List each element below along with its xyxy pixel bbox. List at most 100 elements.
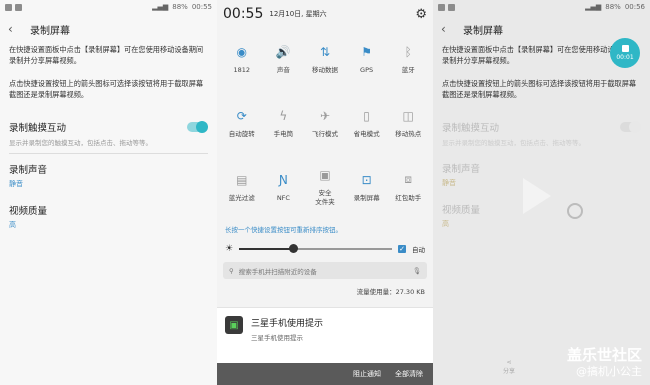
- tile-label: 飞行模式: [311, 129, 338, 138]
- blue-light-icon: ▤: [236, 172, 248, 187]
- notification-title: 三星手机使用提示: [251, 319, 324, 329]
- tile[interactable]: ⧈ 红包助手: [387, 156, 429, 218]
- reorder-hint: 长按一个快捷设置按钮可重新排序按钮。: [225, 226, 342, 234]
- nfc-icon: Ɲ: [278, 172, 288, 187]
- tile[interactable]: ϟ 手电筒: [263, 92, 305, 154]
- tile[interactable]: ▤ 蓝光过滤: [221, 156, 263, 218]
- notification-item[interactable]: ▣ 三星手机使用提示 三星手机使用提示: [217, 307, 433, 364]
- setting-title: 录制触摸互动: [442, 123, 500, 134]
- flashlight-icon: ϟ: [279, 108, 288, 123]
- play-watermark-icon: [523, 178, 551, 214]
- gps-icon: ⚑: [361, 44, 372, 59]
- tile[interactable]: ✈ 飞行模式: [304, 92, 346, 154]
- wifi-icon: ◉: [236, 44, 248, 59]
- battery-level: 88%: [605, 3, 621, 11]
- description: 在快捷设置面板中点击【录制屏幕】可在您使用移动设备期间录制并分享屏幕视频。: [9, 45, 204, 65]
- auto-label: 自动: [412, 246, 425, 254]
- page-title: 录制屏幕: [30, 25, 70, 37]
- tile-label: 录制屏幕: [353, 193, 380, 202]
- tile-label: 手电筒: [273, 129, 294, 138]
- tile-label: 移动数据: [311, 65, 338, 74]
- bluetooth-icon: ᛒ: [404, 44, 412, 59]
- setting-title: 录制声音: [442, 164, 481, 175]
- brightness-fill: [239, 248, 293, 250]
- quick-settings-panel: 00:55 12月10日, 星期六 ⚙ ◉ 1812 🔊 声音 ⇅ 移动数据 ⚑ GPS ᛒ 蓝牙…: [217, 0, 433, 385]
- watermark-text: 盖乐世社区: [566, 346, 642, 364]
- hotspot-icon: ◫: [402, 108, 414, 123]
- tile[interactable]: ᛒ 蓝牙: [387, 28, 429, 90]
- secure-folder-icon: ▣: [319, 168, 331, 182]
- sound-setting[interactable]: 录制声音 静音: [0, 154, 217, 195]
- battery-saver-icon: ▯: [363, 108, 370, 123]
- tile[interactable]: 🔊 声音: [263, 28, 305, 90]
- tile[interactable]: ⟳ 自动旋转: [221, 92, 263, 154]
- quick-panel-header: 00:55 12月10日, 星期六 ⚙: [217, 0, 433, 28]
- clock: 00:55: [223, 6, 264, 22]
- tile-label: 安全 文件夹: [315, 189, 335, 206]
- tile[interactable]: ⚑ GPS: [346, 28, 388, 90]
- search-input[interactable]: 搜索手机并扫描附近的设备: [239, 266, 317, 276]
- touch-toggle[interactable]: [187, 121, 208, 133]
- setting-value: 高: [442, 220, 449, 228]
- device-search-bar[interactable]: ⚲ 搜索手机并扫描附近的设备 🎙: [223, 262, 427, 279]
- clear-all-button[interactable]: 全部清除: [395, 369, 423, 379]
- status-bar: ▂▄▆ 88% 00:56: [433, 0, 650, 14]
- setting-title: 视频质量: [9, 206, 48, 217]
- notification-subtitle: 三星手机使用提示: [251, 334, 303, 342]
- setting-subtitle: 显示并录制您的触摸互动，包括点击、拖动等等。: [442, 139, 585, 147]
- back-arrow-icon[interactable]: ‹: [441, 22, 453, 36]
- setting-value: 静音: [9, 180, 23, 188]
- image-icon: [438, 3, 445, 11]
- block-notifications-button[interactable]: 阻止通知: [353, 369, 381, 379]
- watermark-text: @搞机小公主: [576, 365, 642, 378]
- sound-icon: 🔊: [275, 44, 291, 59]
- tile[interactable]: ◫ 移动热点: [387, 92, 429, 154]
- data-usage: 流量使用量：27.30 KB: [356, 288, 425, 296]
- app-bar: ‹ 录制屏幕: [0, 14, 217, 44]
- touch-interaction-setting[interactable]: 录制触摸互动 显示并录制您的触摸互动，包括点击、拖动等等。: [0, 112, 217, 153]
- tile[interactable]: ⇅ 移动数据: [304, 28, 346, 90]
- rotate-icon: ⟳: [236, 108, 247, 123]
- brightness-thumb[interactable]: [288, 244, 298, 253]
- signal-icon: ▂▄▆: [585, 3, 602, 11]
- quality-setting[interactable]: 视频质量 高: [0, 195, 217, 236]
- back-arrow-icon[interactable]: ‹: [8, 22, 20, 36]
- mic-icon[interactable]: 🎙: [413, 267, 421, 275]
- tile[interactable]: ▯ 省电模式: [346, 92, 388, 154]
- settings-screen-left: ▂▄▆ 88% 00:55 ‹ 录制屏幕 在快捷设置面板中点击【录制屏幕】可在您…: [0, 0, 217, 385]
- status-bar: ▂▄▆ 88% 00:55: [0, 0, 217, 14]
- brightness-slider[interactable]: [239, 244, 392, 253]
- page-title: 录制屏幕: [463, 25, 503, 37]
- tile[interactable]: ▣ 安全 文件夹: [304, 156, 346, 218]
- tile-label: GPS: [360, 65, 374, 74]
- tile[interactable]: ⊡ 录制屏幕: [346, 156, 388, 218]
- description: 点击快捷设置按钮上的箭头图标可选择该按钮将用于截取屏幕截图还是录制屏幕视频。: [442, 79, 637, 99]
- touch-indicator: [567, 203, 583, 219]
- airplane-icon: ✈: [319, 108, 331, 123]
- touch-toggle[interactable]: [620, 121, 641, 133]
- settings-screen-right: ▂▄▆ 88% 00:56 ‹ 录制屏幕 在快捷设置面板中点击【录制屏幕】可在您…: [433, 0, 650, 385]
- touch-interaction-setting[interactable]: 录制触摸互动 显示并录制您的触摸互动，包括点击、拖动等等。: [433, 112, 650, 153]
- tile-label: 蓝牙: [401, 65, 415, 74]
- share-button[interactable]: ⋖ 分享: [503, 359, 515, 375]
- red-packet-icon: ⧈: [404, 172, 412, 186]
- tile[interactable]: Ɲ NFC: [263, 156, 305, 218]
- tile[interactable]: ◉ 1812: [221, 28, 263, 90]
- tile-label: 移动热点: [395, 129, 422, 138]
- recording-timer: 00:01: [616, 54, 634, 61]
- stop-recording-button[interactable]: 00:01: [610, 38, 640, 68]
- setting-title: 录制触摸互动: [9, 123, 67, 134]
- screen-record-icon: ⊡: [361, 172, 372, 187]
- tile-label: 自动旋转: [228, 129, 255, 138]
- date: 12月10日, 星期六: [269, 10, 327, 18]
- notification-icon: [448, 3, 455, 11]
- notification-actions: 阻止通知 全部清除: [217, 363, 433, 385]
- auto-checkbox[interactable]: ✓: [398, 245, 406, 253]
- tile-label: 蓝光过滤: [228, 193, 255, 202]
- gear-icon[interactable]: ⚙: [415, 7, 427, 22]
- clock: 00:55: [191, 3, 212, 11]
- setting-title: 录制声音: [9, 165, 48, 176]
- image-icon: [5, 3, 12, 11]
- share-label: 分享: [503, 368, 516, 375]
- quick-tiles-grid: ◉ 1812 🔊 声音 ⇅ 移动数据 ⚑ GPS ᛒ 蓝牙 ⟳ 自动旋转 ϟ 手电筒 ✈ 飞行模式 ▯ 省电模式 ◫…: [217, 28, 433, 218]
